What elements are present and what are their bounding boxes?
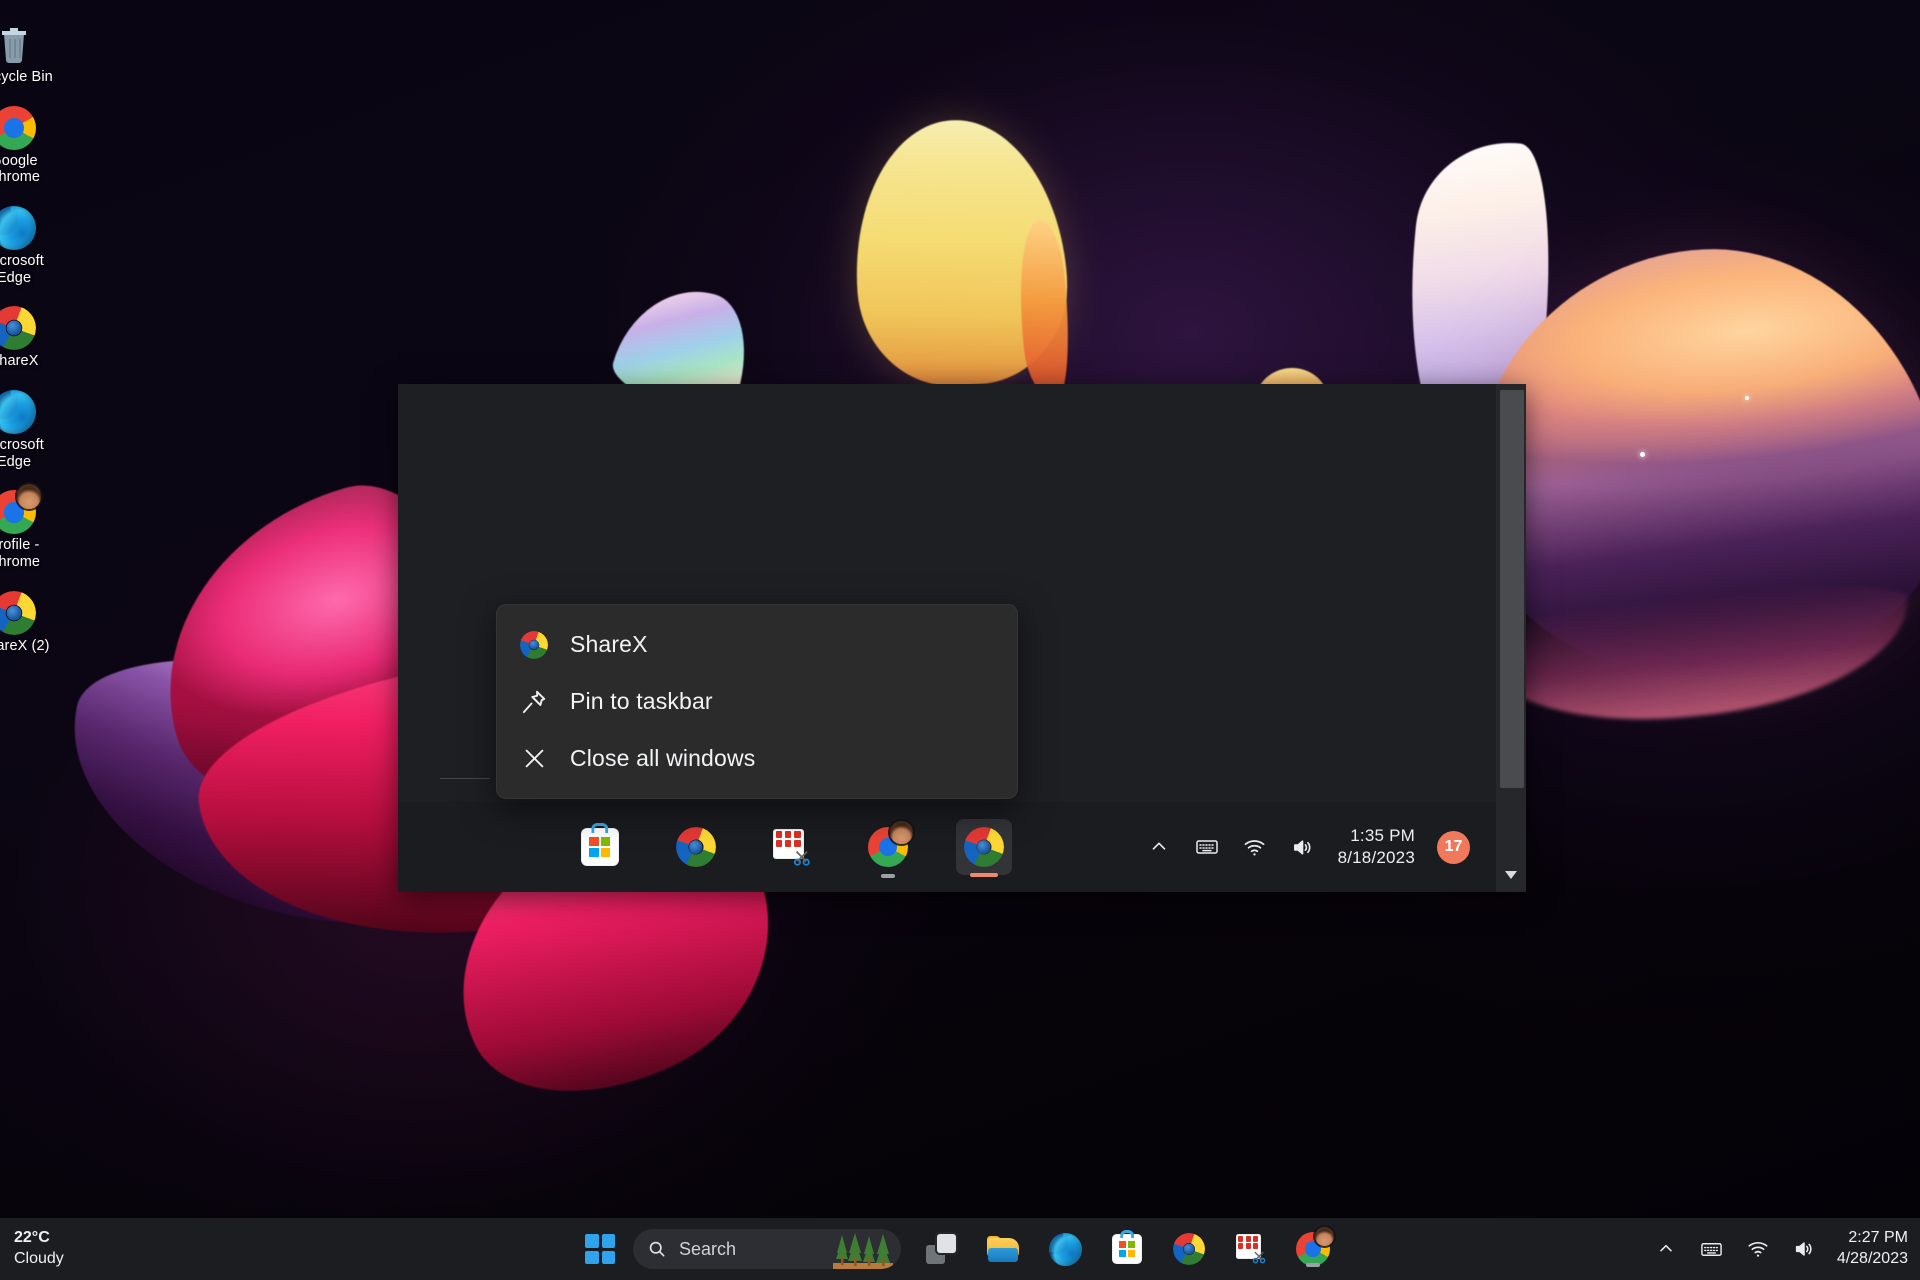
wallpaper-petal-yellow-edge — [1010, 217, 1078, 403]
notification-badge[interactable]: 17 — [1437, 830, 1470, 864]
canvas-divider — [440, 778, 490, 779]
snip-icon — [772, 827, 812, 867]
start-button[interactable] — [585, 1234, 615, 1264]
keyboard-icon[interactable] — [1194, 834, 1220, 860]
taskbar-context-menu[interactable]: ShareX Pin to taskbar Close all windows — [496, 604, 1018, 799]
store-icon — [580, 822, 619, 866]
sharex-icon — [1173, 1233, 1205, 1265]
close-x-icon — [518, 743, 550, 775]
desktop-icon-microsoft-edge-2[interactable]: Microsoft Edge — [0, 386, 62, 472]
sharex-icon — [518, 629, 550, 661]
context-menu-item-sharex[interactable]: ShareX — [496, 616, 1018, 673]
wifi-icon[interactable] — [1745, 1236, 1771, 1262]
weather-temperature: 22°C — [14, 1229, 50, 1247]
desktop-icon-sharex-2[interactable]: ShareX (2) — [0, 587, 62, 657]
inner-taskbar-button-sharex[interactable] — [668, 819, 724, 875]
task-view-icon — [926, 1234, 956, 1264]
context-menu-item-label: ShareX — [570, 631, 648, 657]
active-indicator — [969, 873, 998, 877]
desktop-icon-list: Recycle Bin Google Chrome Microsoft Edge… — [0, 18, 62, 656]
running-indicator — [880, 874, 895, 878]
inner-taskbar-button-microsoft-store[interactable] — [572, 819, 628, 875]
context-menu-item-pin-to-taskbar[interactable]: Pin to taskbar — [496, 673, 1018, 730]
inner-taskbar-button-snipping-tool[interactable] — [764, 819, 820, 875]
inner-clock[interactable]: 1:35 PM 8/18/2023 — [1338, 825, 1415, 869]
desktop-icon-chrome-profile[interactable]: Profile - Chrome — [0, 484, 62, 572]
inner-taskbar-button-google-chrome[interactable] — [860, 819, 916, 878]
chevron-up-icon[interactable] — [1146, 834, 1172, 860]
vertical-scrollbar[interactable] — [1496, 384, 1526, 892]
wallpaper-spark — [1745, 396, 1749, 400]
search-placeholder: Search — [679, 1238, 737, 1259]
wallpaper-petal-sweep-rim — [1466, 573, 1918, 739]
folder-icon — [986, 1234, 1020, 1264]
taskbar-button-snipping-tool[interactable] — [1229, 1227, 1273, 1271]
wallpaper-petal-yellow — [846, 112, 1074, 393]
system-tray: 2:27 PM 4/28/2023 — [1653, 1218, 1908, 1280]
sharex-icon — [963, 827, 1004, 867]
store-icon — [1112, 1229, 1142, 1264]
pin-icon — [518, 686, 550, 718]
search-input[interactable]: Search — [633, 1229, 901, 1269]
inner-taskbar: 1:35 PM 8/18/2023 17 — [398, 802, 1496, 892]
desktop-icon-label: ShareX — [0, 353, 39, 370]
weather-widget[interactable]: 22°C Cloudy — [14, 1228, 64, 1270]
windows-taskbar: 22°C Cloudy Search 2:27 PM 4/28/2023 — [0, 1218, 1920, 1280]
inner-taskbar-button-sharex-active[interactable] — [955, 819, 1012, 877]
desktop-icon-label: Recycle Bin — [0, 69, 53, 85]
weather-condition: Cloudy — [14, 1250, 64, 1267]
inner-clock-time: 1:35 PM — [1350, 826, 1415, 846]
inner-system-tray: 1:35 PM 8/18/2023 17 — [1146, 825, 1496, 869]
inner-taskbar-buttons — [398, 819, 1146, 878]
volume-icon[interactable] — [1791, 1236, 1817, 1262]
chrome-profile-icon — [867, 821, 913, 867]
taskbar-button-google-chrome[interactable] — [1291, 1227, 1335, 1271]
desktop-icon-sharex[interactable]: ShareX — [0, 302, 62, 372]
chrome-profile-icon — [1296, 1227, 1335, 1266]
clock-date: 4/28/2023 — [1836, 1250, 1908, 1267]
edge-icon — [1048, 1232, 1082, 1266]
desktop-icon-google-chrome[interactable]: Google Chrome — [0, 102, 62, 188]
volume-icon[interactable] — [1290, 834, 1316, 860]
forest-trees-image — [833, 1233, 893, 1269]
desktop-icon-label: ShareX (2) — [0, 637, 50, 654]
running-indicator — [1306, 1263, 1320, 1267]
context-menu-item-close-all-windows[interactable]: Close all windows — [496, 730, 1018, 787]
scrollbar-down-arrow-icon[interactable] — [1496, 864, 1526, 886]
wifi-icon[interactable] — [1242, 834, 1268, 860]
edge-icon — [0, 206, 36, 251]
desktop-icon-label: Microsoft Edge — [0, 437, 44, 470]
context-menu-item-label: Close all windows — [570, 745, 756, 771]
taskbar-button-task-view[interactable] — [919, 1227, 963, 1271]
desktop-icon-microsoft-edge[interactable]: Microsoft Edge — [0, 202, 62, 288]
taskbar-button-microsoft-store[interactable] — [1105, 1227, 1149, 1271]
inner-clock-date: 8/18/2023 — [1337, 848, 1415, 867]
clock-time: 2:27 PM — [1848, 1229, 1908, 1247]
taskbar-button-sharex[interactable] — [1167, 1227, 1211, 1271]
sharex-icon — [675, 827, 716, 867]
chrome-profile-icon — [0, 484, 42, 535]
taskbar-button-microsoft-edge[interactable] — [1043, 1227, 1087, 1271]
taskbar-button-file-explorer[interactable] — [981, 1227, 1025, 1271]
scrollbar-thumb[interactable] — [1500, 390, 1524, 788]
clock[interactable]: 2:27 PM 4/28/2023 — [1837, 1228, 1908, 1270]
sharex-icon — [0, 590, 36, 635]
taskbar-center-group: Search — [585, 1218, 1335, 1280]
search-icon — [647, 1239, 667, 1259]
chevron-up-icon[interactable] — [1653, 1236, 1679, 1262]
edge-icon — [0, 390, 36, 435]
sharex-icon — [0, 306, 36, 351]
keyboard-icon[interactable] — [1699, 1236, 1725, 1262]
chrome-icon — [0, 105, 36, 150]
context-menu-item-label: Pin to taskbar — [570, 688, 713, 714]
wallpaper-spark — [1640, 452, 1645, 457]
desktop-icon-label: Profile - Chrome — [0, 537, 41, 571]
desktop-icon-label: Google Chrome — [0, 152, 41, 186]
recycle-bin-icon — [0, 22, 36, 66]
desktop-icon-label: Microsoft Edge — [0, 253, 44, 286]
desktop-icon-recycle-bin[interactable]: Recycle Bin — [0, 18, 62, 88]
snip-icon — [1235, 1233, 1267, 1265]
